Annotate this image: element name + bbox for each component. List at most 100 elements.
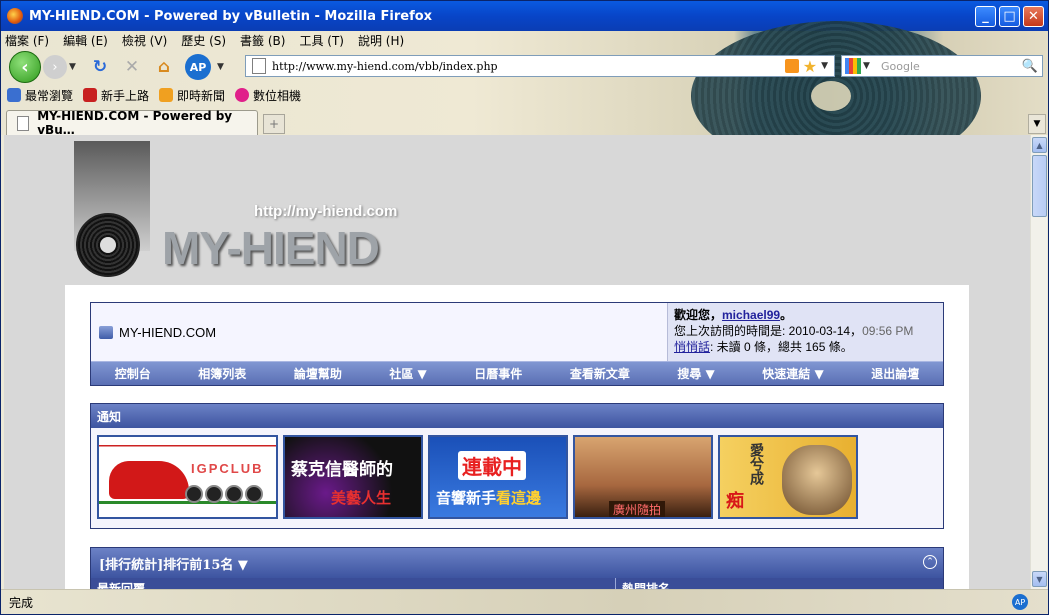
forward-button[interactable]: ›: [43, 55, 67, 79]
forum-page: MY-HIEND.COM 歡迎您，michael99。 您上次訪問的時間是: 2…: [65, 285, 969, 589]
private-messages-link[interactable]: 悄悄話: [674, 340, 710, 354]
stop-icon[interactable]: ✕: [121, 56, 143, 78]
username-link[interactable]: michael99: [722, 308, 780, 322]
collapse-icon[interactable]: ⌃: [923, 555, 937, 569]
wheels-graphic: [185, 485, 265, 503]
vinyl-record-icon: [76, 213, 140, 277]
banner-serial-text1: 連載中: [458, 451, 526, 480]
last-visit-time: 09:56 PM: [862, 324, 914, 338]
car-graphic: [109, 461, 189, 499]
url-text[interactable]: http://www.my-hiend.com/vbb/index.php: [272, 60, 785, 73]
nav-new-posts[interactable]: 查看新文章: [570, 365, 630, 382]
rss-icon: [159, 88, 174, 102]
pm-count-text: : 未讀 0 條，總共 165 條。: [710, 340, 853, 354]
close-button[interactable]: ✕: [1023, 5, 1044, 27]
ap-toolbar-button[interactable]: AP: [185, 54, 211, 80]
search-icon[interactable]: 🔍: [1022, 59, 1038, 74]
nav-quick-links[interactable]: 快速連結 ▼: [762, 365, 823, 382]
banner-igpclub[interactable]: IGPCLUB: [97, 435, 278, 519]
bookmark-camera[interactable]: 數位相機: [235, 87, 301, 104]
browser-chrome: 檔案 (F) 編輯 (E) 檢視 (V) 歷史 (S) 書籤 (B) 工具 (T…: [1, 21, 1048, 171]
breadcrumb[interactable]: MY-HIEND.COM: [99, 325, 216, 340]
menu-edit[interactable]: 編輯 (E): [63, 32, 108, 49]
reload-icon[interactable]: ↻: [89, 56, 111, 78]
notice-box: 通知 IGPCLUB 蔡克信醫師的 美藝人生 連載中 音響新手看這邊 廣州隨拍 …: [90, 403, 944, 529]
search-input[interactable]: Google: [881, 60, 1022, 73]
scroll-down-button[interactable]: ▼: [1032, 571, 1047, 587]
tab-active[interactable]: MY-HIEND.COM - Powered by vBu…: [6, 109, 258, 137]
nav-albums[interactable]: 相簿列表: [198, 365, 246, 382]
scroll-thumb[interactable]: [1032, 155, 1047, 217]
banner-doctor-text2: 美藝人生: [331, 489, 392, 507]
scroll-up-button[interactable]: ▲: [1032, 137, 1047, 153]
status-bar: 完成 AP: [1, 589, 1048, 614]
getting-started-icon: [83, 88, 98, 102]
site-logo[interactable]: http://my-hiend.com MY-HIEND: [74, 141, 414, 277]
bookmark-getting-started[interactable]: 新手上路: [83, 87, 149, 104]
minimize-button[interactable]: _: [975, 5, 996, 27]
menu-history[interactable]: 歷史 (S): [181, 32, 226, 49]
stats-col-latest: 最新回覆: [91, 578, 616, 589]
banner-guangzhou-text: 廣州隨拍: [609, 501, 666, 517]
ap-dropdown[interactable]: ▼: [217, 62, 227, 72]
forum-navbox: MY-HIEND.COM 歡迎您，michael99。 您上次訪問的時間是: 2…: [90, 302, 944, 386]
search-engine-dropdown[interactable]: ▼: [863, 61, 873, 71]
new-tab-button[interactable]: +: [263, 114, 285, 134]
url-dropdown-icon[interactable]: ▼: [821, 61, 828, 71]
tab-title: MY-HIEND.COM - Powered by vBu…: [37, 109, 233, 137]
bookmark-star-icon[interactable]: ★: [803, 57, 817, 76]
rss-feed-icon[interactable]: [784, 59, 799, 73]
ap-status-icon[interactable]: AP: [1012, 594, 1028, 610]
back-button[interactable]: ‹: [9, 51, 41, 83]
menu-file[interactable]: 檔案 (F): [5, 32, 49, 49]
welcome-greeting-end: 。: [780, 308, 793, 322]
banner-dog-text1: 愛兮成: [748, 443, 764, 485]
tab-list-button[interactable]: ▼: [1028, 114, 1046, 134]
nav-faq[interactable]: 論壇幫助: [294, 365, 342, 382]
welcome-panel: 歡迎您，michael99。 您上次訪問的時間是: 2010-03-14，09:…: [667, 303, 943, 361]
banner-doctor[interactable]: 蔡克信醫師的 美藝人生: [283, 435, 423, 519]
welcome-greeting: 歡迎您，: [674, 308, 723, 322]
url-bar[interactable]: http://www.my-hiend.com/vbb/index.php ★ …: [245, 55, 835, 77]
home-icon[interactable]: ⌂: [153, 56, 175, 78]
nav-search[interactable]: 搜尋 ▼: [677, 365, 714, 382]
search-bar[interactable]: ▼ Google 🔍: [841, 55, 1043, 77]
banner-serial[interactable]: 連載中 音響新手看這邊: [428, 435, 568, 519]
banner-serial-text2: 音響新手看這邊: [436, 489, 542, 507]
camera-site-icon: [235, 88, 250, 102]
maximize-button[interactable]: □: [999, 5, 1020, 27]
nav-user-cp[interactable]: 控制台: [115, 365, 151, 382]
menu-view[interactable]: 檢視 (V): [122, 32, 167, 49]
bookmark-news[interactable]: 即時新聞: [159, 87, 225, 104]
most-visited-icon: [7, 88, 21, 102]
bookmark-most-visited[interactable]: 最常瀏覽: [7, 87, 73, 104]
firefox-icon: [7, 8, 23, 24]
history-dropdown[interactable]: ▼: [69, 62, 79, 72]
banner-row: IGPCLUB 蔡克信醫師的 美藝人生 連載中 音響新手看這邊 廣州隨拍 愛兮成: [97, 435, 863, 519]
google-icon[interactable]: [845, 58, 861, 74]
dog-photo: [782, 445, 852, 515]
navigation-toolbar: ‹ › ▼ ↻ ✕ ⌂ AP ▼ http://www.my-hiend.com…: [1, 51, 1048, 83]
banner-igpclub-text: IGPCLUB: [191, 461, 264, 476]
stats-box: [排行統計]排行前15名 ▼ ⌃ 最新回覆 熱門排名: [90, 547, 944, 589]
nav-logout[interactable]: 退出論壇: [871, 365, 919, 382]
notice-title: 通知: [91, 404, 943, 428]
stats-columns: 最新回覆 熱門排名: [91, 578, 943, 589]
menu-bar: 檔案 (F) 編輯 (E) 檢視 (V) 歷史 (S) 書籤 (B) 工具 (T…: [1, 31, 418, 49]
banner-guangzhou[interactable]: 廣州隨拍: [573, 435, 713, 519]
menu-tools[interactable]: 工具 (T): [299, 32, 344, 49]
page-icon: [252, 58, 266, 74]
tab-strip: MY-HIEND.COM - Powered by vBu… + ▼: [1, 108, 1048, 137]
browser-window: MY-HIEND.COM - Powered by vBulletin - Mo…: [0, 0, 1049, 615]
stats-title[interactable]: [排行統計]排行前15名 ▼: [91, 548, 943, 578]
banner-dog[interactable]: 愛兮成 痴: [718, 435, 858, 519]
vertical-scrollbar[interactable]: ▲ ▼: [1030, 135, 1047, 589]
bookmarks-toolbar: 最常瀏覽 新手上路 即時新聞 數位相機: [1, 86, 311, 104]
menu-bookmarks[interactable]: 書籤 (B): [240, 32, 285, 49]
banner-doctor-text1: 蔡克信醫師的: [291, 460, 393, 480]
breadcrumb-label[interactable]: MY-HIEND.COM: [119, 325, 216, 340]
page-icon: [17, 115, 30, 131]
nav-community[interactable]: 社區 ▼: [389, 365, 426, 382]
nav-calendar[interactable]: 日曆事件: [474, 365, 522, 382]
menu-help[interactable]: 說明 (H): [358, 32, 404, 49]
